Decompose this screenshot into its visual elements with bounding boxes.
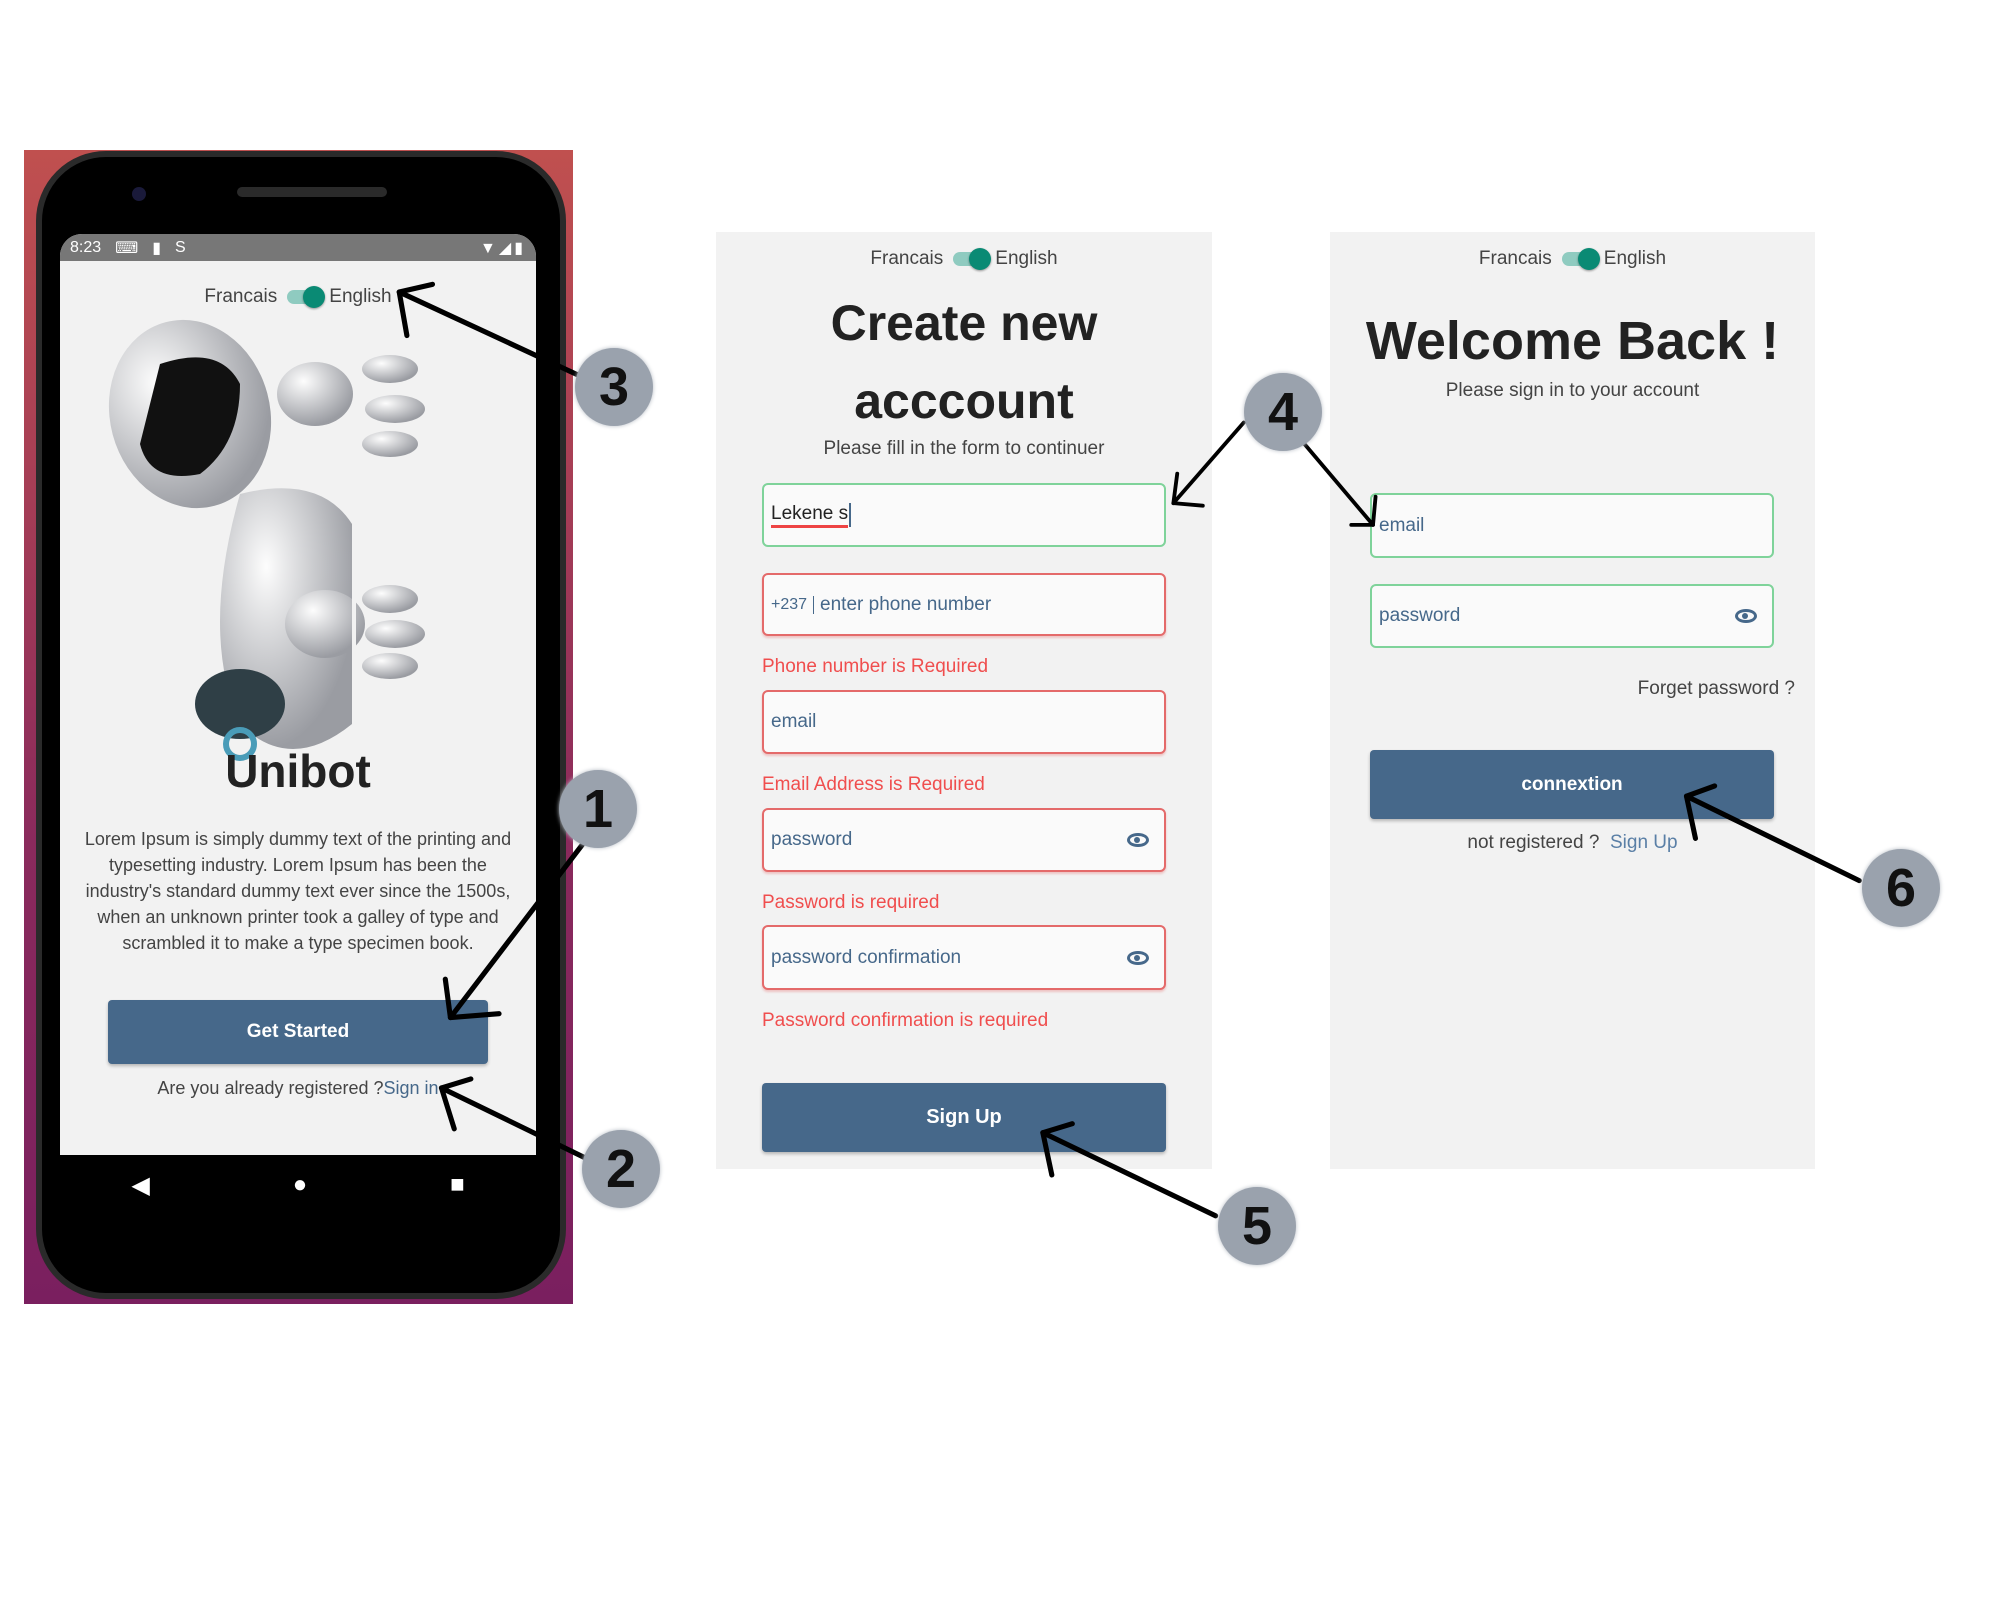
language-toggle: Francais English — [1330, 248, 1815, 270]
android-nav-bar: ◀ ● ■ — [60, 1155, 536, 1215]
annotation-badge-5: 5 — [1218, 1187, 1296, 1265]
sign-in-link[interactable]: Sign in — [384, 1078, 439, 1098]
name-value: Lekene s — [771, 503, 849, 528]
email-error: Email Address is Required — [762, 774, 985, 795]
name-input[interactable]: Lekene s — [762, 483, 1166, 547]
lang-francais[interactable]: Francais — [870, 248, 943, 270]
email-placeholder: email — [771, 711, 817, 732]
not-registered-text: not registered ? — [1467, 832, 1600, 853]
lang-francais[interactable]: Francais — [1479, 248, 1552, 270]
signal-icon: ◢ — [498, 239, 515, 257]
phone-input[interactable]: +237 enter phone number — [762, 573, 1166, 636]
app-description: Lorem Ipsum is simply dummy text of the … — [84, 829, 512, 953]
page-title: Welcome Back ! — [1365, 311, 1780, 371]
language-toggle: Francais English — [716, 248, 1212, 270]
sign-in-prompt: Are you already registered ?Sign in — [60, 1078, 536, 1099]
password-input[interactable]: password — [762, 808, 1166, 872]
phone-placeholder: enter phone number — [820, 593, 992, 615]
annotation-badge-3: 3 — [575, 348, 653, 426]
email-placeholder: email — [1379, 514, 1425, 536]
password-confirmation-error: Password confirmation is required — [762, 1010, 1049, 1031]
page-title-line2: acccount — [854, 373, 1074, 429]
sign-up-button[interactable]: Sign Up — [762, 1083, 1166, 1152]
create-account-screen: Francais English Create new acccount Ple… — [716, 232, 1212, 1169]
password-confirmation-input[interactable]: password confirmation — [762, 925, 1166, 990]
password-placeholder: password — [1379, 605, 1461, 626]
eye-icon[interactable] — [1735, 609, 1757, 623]
email-input[interactable]: email — [1370, 493, 1774, 558]
recents-icon[interactable]: ■ — [450, 1171, 465, 1199]
annotation-badge-2: 2 — [582, 1130, 660, 1208]
front-camera — [132, 187, 146, 201]
registered-prompt: Are you already registered ? — [157, 1078, 384, 1098]
page-title-line1: Create new — [830, 295, 1098, 351]
lang-english[interactable]: English — [995, 248, 1057, 270]
wifi-icon: ▼ — [480, 239, 499, 257]
email-input[interactable]: email — [762, 690, 1166, 754]
eye-icon[interactable] — [1127, 950, 1149, 965]
sign-in-screen: Francais English Welcome Back ! Please s… — [1330, 232, 1815, 1169]
language-switch[interactable] — [953, 248, 992, 270]
forgot-password-link[interactable]: Forget password ? — [1638, 678, 1795, 700]
status-time: 8:23 — [70, 238, 102, 256]
password-error: Password is required — [762, 892, 940, 913]
page-subtitle: Please sign in to your account — [1445, 380, 1700, 401]
sign-up-prompt: not registered ? Sign Up — [1330, 832, 1815, 854]
connexion-button[interactable]: connextion — [1370, 750, 1774, 819]
page-subtitle: Please fill in the form to continuer — [823, 438, 1105, 459]
annotation-badge-6: 6 — [1862, 849, 1940, 927]
sync-icon: S — [175, 238, 186, 256]
sign-up-link[interactable]: Sign Up — [1610, 832, 1678, 853]
eye-icon[interactable] — [1127, 833, 1149, 847]
phone-prefix: +237 — [771, 595, 815, 614]
password-placeholder: password — [771, 829, 853, 850]
phone-error: Phone number is Required — [762, 656, 989, 677]
welcome-screen: 8:23 ⌨ ▮ S ▼◢▮ Francais English Unibot L… — [60, 234, 536, 1155]
annotation-badge-4: 4 — [1244, 373, 1322, 451]
password-input[interactable]: password — [1370, 584, 1774, 648]
app-title: Unibot — [225, 745, 371, 797]
get-started-button[interactable]: Get Started — [108, 1000, 488, 1064]
speaker-grille — [237, 187, 387, 197]
keyboard-icon: ⌨ — [115, 239, 139, 257]
sd-card-icon: ▮ — [152, 239, 162, 257]
status-bar: 8:23 ⌨ ▮ S ▼◢▮ — [60, 234, 536, 261]
text-cursor — [849, 503, 852, 527]
home-icon[interactable]: ● — [293, 1171, 308, 1199]
lang-english[interactable]: English — [1604, 248, 1666, 270]
language-switch[interactable] — [1561, 248, 1600, 270]
back-icon[interactable]: ◀ — [131, 1171, 149, 1200]
annotation-badge-1: 1 — [559, 770, 637, 848]
battery-icon: ▮ — [514, 239, 526, 257]
confirm-placeholder: password confirmation — [771, 946, 962, 968]
robot-illustration — [108, 319, 425, 784]
